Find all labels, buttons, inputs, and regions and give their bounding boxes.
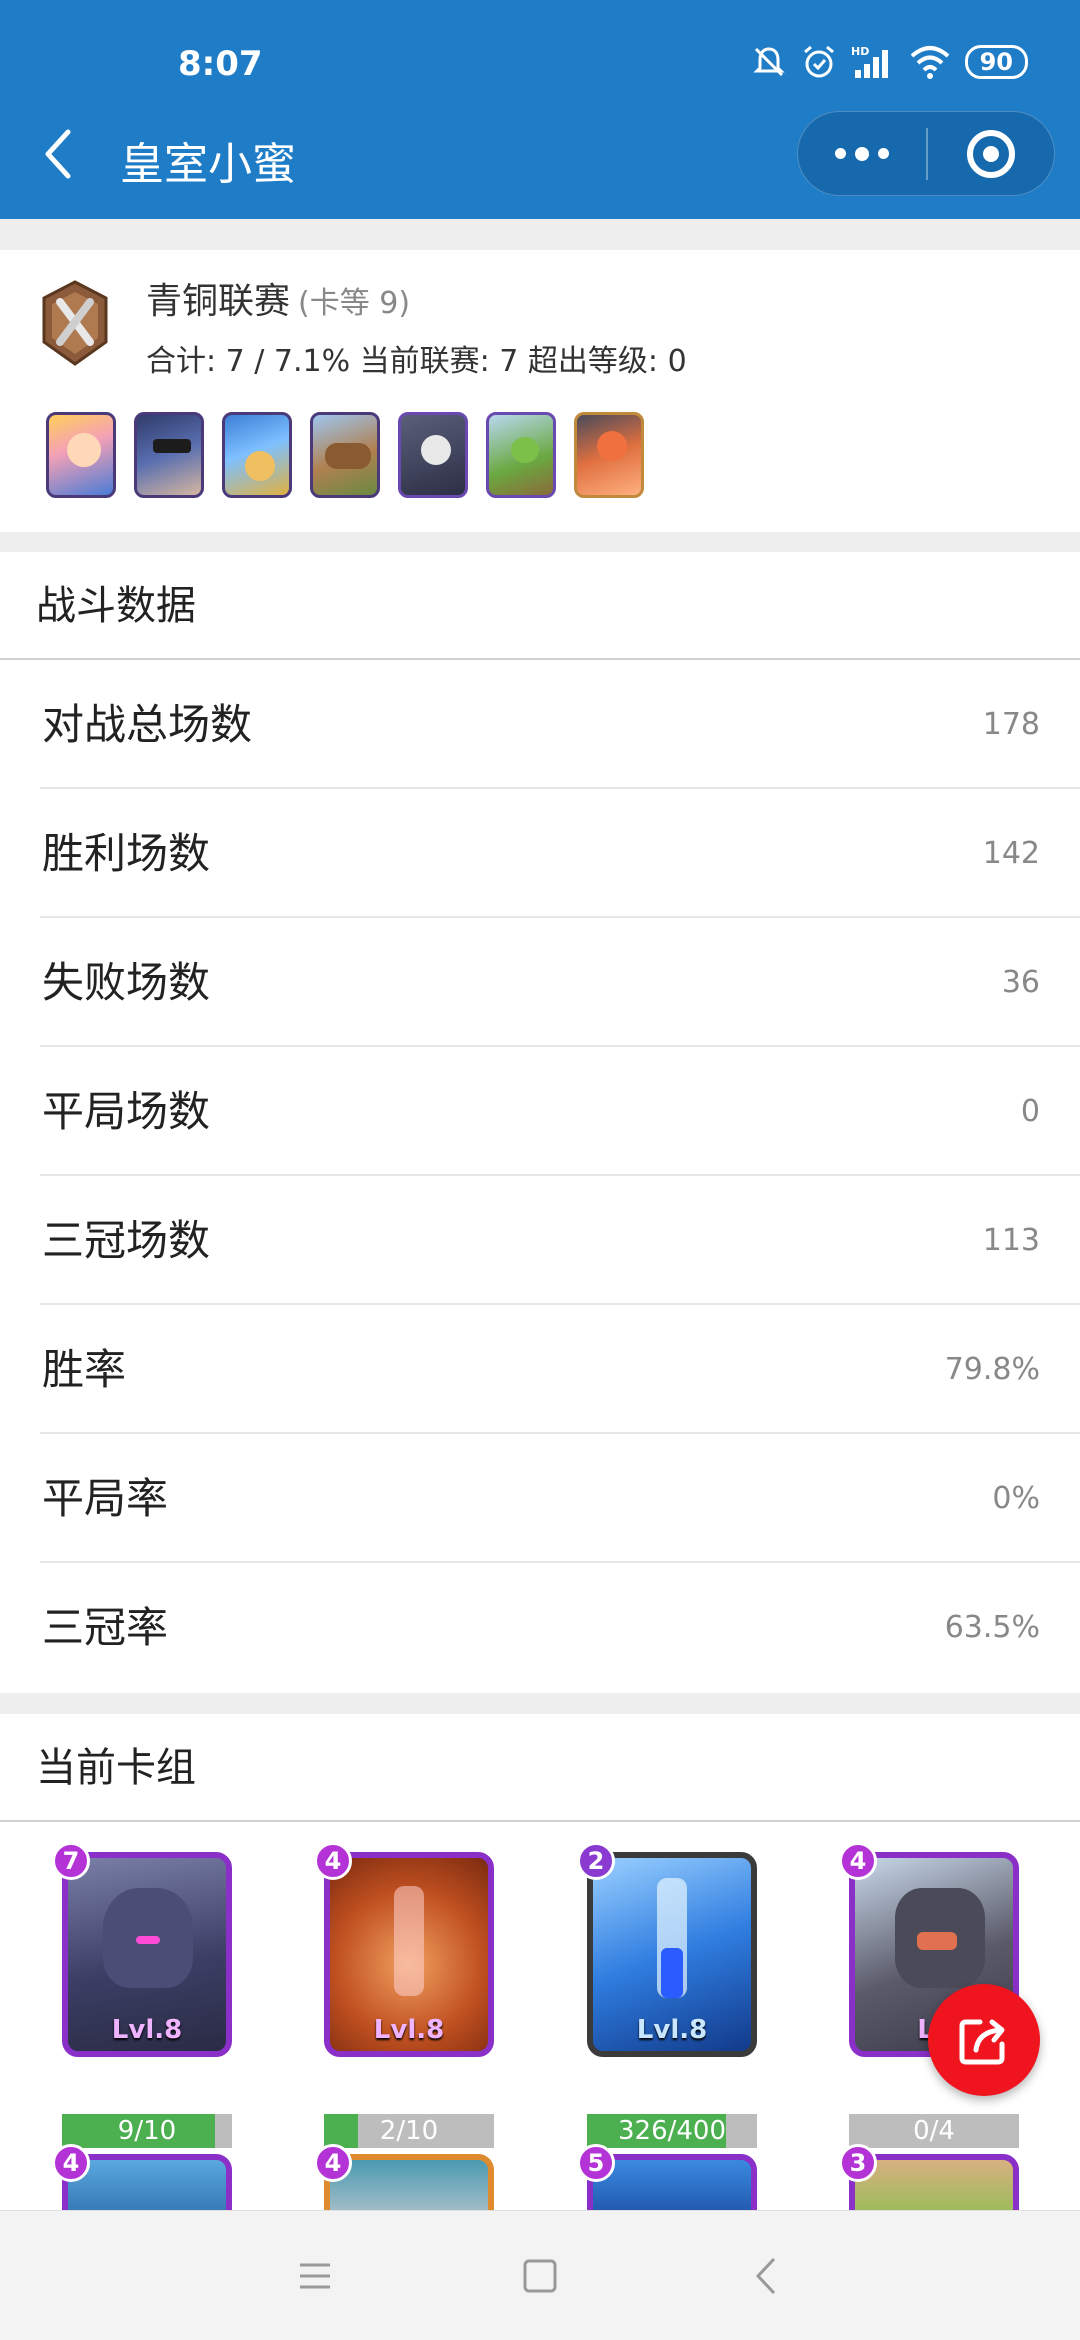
stat-row-wins: 胜利场数 142 bbox=[40, 789, 1080, 918]
card-level: Lvl.8 bbox=[636, 2015, 708, 2045]
player-league-card: 青铜联赛 (卡等 9) 合计: 7 / 7.1% 当前联赛: 7 超出等级: 0 bbox=[0, 250, 1080, 532]
stat-row-win-rate: 胜率 79.8% bbox=[40, 1305, 1080, 1434]
stat-value: 36 bbox=[1001, 965, 1040, 1000]
mute-icon bbox=[752, 47, 785, 77]
card-progress-bar: 0/4 bbox=[849, 2114, 1019, 2148]
rage-card-icon: Lvl.8 bbox=[324, 1852, 494, 2057]
stat-label: 对战总场数 bbox=[42, 700, 253, 749]
card-level: Lvl.8 bbox=[373, 2015, 445, 2045]
progress-text: 9/10 bbox=[117, 2116, 177, 2146]
player-summary: 合计: 7 / 7.1% 当前联赛: 7 超出等级: 0 bbox=[146, 344, 687, 379]
elixir-cost-badge: 4 bbox=[52, 2144, 90, 2182]
stat-row-losses: 失败场数 36 bbox=[40, 918, 1080, 1047]
bandit-card-icon[interactable] bbox=[134, 412, 204, 498]
progress-text: 0/4 bbox=[913, 2116, 955, 2146]
app-header: 8:07 HD 90 皇室小蜜 bbox=[0, 0, 1080, 219]
elixir-cost-badge: 4 bbox=[314, 2144, 352, 2182]
princess-card-icon[interactable] bbox=[46, 412, 116, 498]
page-title: 皇室小蜜 bbox=[120, 139, 296, 190]
stat-label: 平局率 bbox=[42, 1474, 169, 1523]
close-target-icon[interactable] bbox=[928, 129, 1054, 178]
elixir-cost-badge: 4 bbox=[314, 1842, 352, 1880]
wifi-icon bbox=[910, 46, 949, 79]
battery-icon: 90 bbox=[964, 45, 1028, 79]
stat-value: 63.5% bbox=[944, 1610, 1040, 1645]
stat-row-three-crowns: 三冠场数 113 bbox=[40, 1176, 1080, 1305]
mini-program-capsule bbox=[797, 111, 1055, 196]
menu-icon[interactable] bbox=[290, 2251, 340, 2301]
ram-card-icon[interactable] bbox=[310, 412, 380, 498]
home-icon[interactable] bbox=[515, 2251, 565, 2301]
stat-label: 失败场数 bbox=[42, 958, 211, 1007]
stat-label: 胜利场数 bbox=[42, 829, 211, 878]
status-icons: HD 90 bbox=[751, 44, 1028, 80]
alarm-icon bbox=[803, 45, 834, 78]
stat-value: 0% bbox=[992, 1481, 1040, 1516]
current-deck-heading: 当前卡组 bbox=[0, 1714, 1080, 1822]
stat-value: 0 bbox=[1020, 1094, 1040, 1129]
goblin-card-icon[interactable] bbox=[486, 412, 556, 498]
card-progress-bar: 326/400 bbox=[587, 2114, 757, 2148]
more-dots-icon[interactable] bbox=[798, 112, 926, 195]
card-level: Lvl.8 bbox=[111, 2015, 183, 2045]
elixir-cost-badge: 3 bbox=[839, 2144, 877, 2182]
system-navigation-bar bbox=[0, 2210, 1080, 2340]
card-progress-bar: 2/10 bbox=[324, 2114, 494, 2148]
battle-data-heading: 战斗数据 bbox=[0, 552, 1080, 660]
progress-text: 2/10 bbox=[379, 2116, 439, 2146]
deck-grid: Lvl.8 7 9/10 Lvl.8 4 2/10 Lvl.8 2 326/40… bbox=[0, 1822, 1080, 2210]
league-title: 青铜联赛 bbox=[146, 281, 291, 322]
card-progress-bar: 9/10 bbox=[62, 2114, 232, 2148]
stat-label: 平局场数 bbox=[42, 1087, 211, 1136]
share-button[interactable] bbox=[928, 1984, 1040, 2096]
league-card-level: (卡等 9) bbox=[298, 286, 411, 321]
elixir-cost-badge: 7 bbox=[52, 1842, 90, 1880]
stat-label: 三冠率 bbox=[42, 1603, 169, 1652]
pekka-card-icon: Lvl.8 bbox=[62, 1852, 232, 2057]
svg-text:HD: HD bbox=[851, 45, 869, 58]
stat-value: 79.8% bbox=[944, 1352, 1040, 1387]
zap-card-icon: Lvl.8 bbox=[587, 1852, 757, 2057]
elixir-cost-badge: 4 bbox=[839, 1842, 877, 1880]
stat-value: 178 bbox=[982, 707, 1040, 742]
share-icon bbox=[959, 2019, 1005, 2065]
stat-row-total: 对战总场数 178 bbox=[40, 660, 1080, 789]
status-time: 8:07 bbox=[178, 44, 263, 84]
back-icon[interactable] bbox=[742, 2251, 792, 2301]
progress-text: 326/400 bbox=[617, 2116, 726, 2146]
elixir-cost-badge: 5 bbox=[577, 2144, 615, 2182]
skeleton-card-icon[interactable] bbox=[398, 412, 468, 498]
battle-stats-list: 对战总场数 178 胜利场数 142 失败场数 36 平局场数 0 三冠场数 1… bbox=[0, 660, 1080, 1693]
elixir-cost-badge: 2 bbox=[577, 1842, 615, 1880]
stat-label: 三冠场数 bbox=[42, 1216, 211, 1265]
stat-value: 142 bbox=[982, 836, 1040, 871]
hd-signal-icon: HD bbox=[851, 45, 888, 78]
stat-row-draws: 平局场数 0 bbox=[40, 1047, 1080, 1176]
stat-value: 113 bbox=[982, 1223, 1040, 1258]
stat-row-draw-rate: 平局率 0% bbox=[40, 1434, 1080, 1563]
favorite-cards-row bbox=[46, 412, 644, 498]
league-name: 青铜联赛 (卡等 9) bbox=[146, 272, 410, 324]
stat-row-three-crown-rate: 三冠率 63.5% bbox=[40, 1563, 1080, 1692]
valkyrie-card-icon[interactable] bbox=[574, 412, 644, 498]
back-chevron-icon[interactable] bbox=[40, 124, 80, 184]
bronze-league-badge-icon bbox=[42, 280, 108, 366]
stat-label: 胜率 bbox=[42, 1345, 127, 1394]
royal-delivery-card-icon[interactable] bbox=[222, 412, 292, 498]
